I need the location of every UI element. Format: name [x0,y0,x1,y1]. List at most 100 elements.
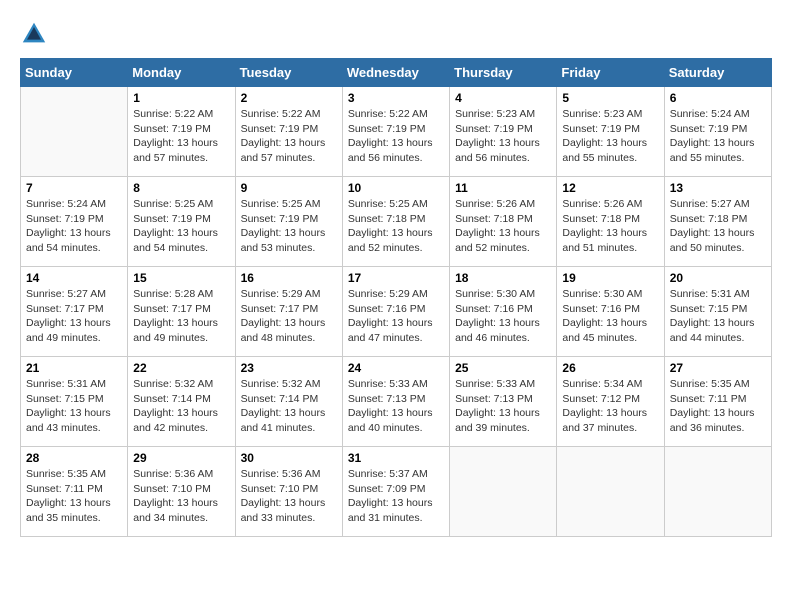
day-info: Sunrise: 5:35 AMSunset: 7:11 PMDaylight:… [670,377,766,436]
calendar-cell: 10 Sunrise: 5:25 AMSunset: 7:18 PMDayligh… [342,177,449,267]
calendar-cell: 28 Sunrise: 5:35 AMSunset: 7:11 PMDayligh… [21,447,128,537]
day-info: Sunrise: 5:25 AMSunset: 7:18 PMDaylight:… [348,197,444,256]
calendar-cell [450,447,557,537]
day-info: Sunrise: 5:37 AMSunset: 7:09 PMDaylight:… [348,467,444,526]
day-info: Sunrise: 5:32 AMSunset: 7:14 PMDaylight:… [241,377,337,436]
day-number: 10 [348,181,444,195]
calendar-cell: 27 Sunrise: 5:35 AMSunset: 7:11 PMDayligh… [664,357,771,447]
day-info: Sunrise: 5:31 AMSunset: 7:15 PMDaylight:… [670,287,766,346]
day-info: Sunrise: 5:26 AMSunset: 7:18 PMDaylight:… [562,197,658,256]
week-row-1: 1 Sunrise: 5:22 AMSunset: 7:19 PMDaylight… [21,87,772,177]
day-info: Sunrise: 5:33 AMSunset: 7:13 PMDaylight:… [348,377,444,436]
day-info: Sunrise: 5:24 AMSunset: 7:19 PMDaylight:… [26,197,122,256]
day-number: 5 [562,91,658,105]
column-header-monday: Monday [128,59,235,87]
day-info: Sunrise: 5:25 AMSunset: 7:19 PMDaylight:… [241,197,337,256]
day-number: 13 [670,181,766,195]
day-number: 15 [133,271,229,285]
calendar-cell: 18 Sunrise: 5:30 AMSunset: 7:16 PMDayligh… [450,267,557,357]
calendar-cell: 3 Sunrise: 5:22 AMSunset: 7:19 PMDaylight… [342,87,449,177]
day-number: 4 [455,91,551,105]
day-number: 23 [241,361,337,375]
calendar-cell: 29 Sunrise: 5:36 AMSunset: 7:10 PMDayligh… [128,447,235,537]
day-number: 1 [133,91,229,105]
day-info: Sunrise: 5:27 AMSunset: 7:18 PMDaylight:… [670,197,766,256]
day-number: 31 [348,451,444,465]
day-number: 2 [241,91,337,105]
calendar-cell: 13 Sunrise: 5:27 AMSunset: 7:18 PMDayligh… [664,177,771,267]
day-info: Sunrise: 5:36 AMSunset: 7:10 PMDaylight:… [241,467,337,526]
day-number: 14 [26,271,122,285]
day-number: 24 [348,361,444,375]
column-header-friday: Friday [557,59,664,87]
day-number: 27 [670,361,766,375]
calendar-header-row: SundayMondayTuesdayWednesdayThursdayFrid… [21,59,772,87]
column-header-thursday: Thursday [450,59,557,87]
week-row-4: 21 Sunrise: 5:31 AMSunset: 7:15 PMDayligh… [21,357,772,447]
calendar-cell: 24 Sunrise: 5:33 AMSunset: 7:13 PMDayligh… [342,357,449,447]
day-number: 20 [670,271,766,285]
day-number: 6 [670,91,766,105]
week-row-5: 28 Sunrise: 5:35 AMSunset: 7:11 PMDayligh… [21,447,772,537]
calendar-cell: 8Sunrise: 5:25 AMSunset: 7:19 PMDaylight… [128,177,235,267]
calendar-cell: 5Sunrise: 5:23 AMSunset: 7:19 PMDaylight… [557,87,664,177]
calendar-cell: 14 Sunrise: 5:27 AMSunset: 7:17 PMDayligh… [21,267,128,357]
calendar-cell: 25 Sunrise: 5:33 AMSunset: 7:13 PMDayligh… [450,357,557,447]
logo-icon [20,20,48,48]
day-number: 8 [133,181,229,195]
calendar-cell [21,87,128,177]
calendar-cell: 26 Sunrise: 5:34 AMSunset: 7:12 PMDayligh… [557,357,664,447]
day-info: Sunrise: 5:29 AMSunset: 7:16 PMDaylight:… [348,287,444,346]
day-info: Sunrise: 5:22 AMSunset: 7:19 PMDaylight:… [348,107,444,166]
week-row-3: 14 Sunrise: 5:27 AMSunset: 7:17 PMDayligh… [21,267,772,357]
day-info: Sunrise: 5:34 AMSunset: 7:12 PMDaylight:… [562,377,658,436]
day-number: 18 [455,271,551,285]
day-number: 9 [241,181,337,195]
day-info: Sunrise: 5:32 AMSunset: 7:14 PMDaylight:… [133,377,229,436]
day-number: 21 [26,361,122,375]
day-info: Sunrise: 5:24 AMSunset: 7:19 PMDaylight:… [670,107,766,166]
logo [20,20,52,48]
day-number: 11 [455,181,551,195]
day-number: 22 [133,361,229,375]
day-info: Sunrise: 5:23 AMSunset: 7:19 PMDaylight:… [455,107,551,166]
calendar-cell: 4 Sunrise: 5:23 AMSunset: 7:19 PMDaylight… [450,87,557,177]
calendar-cell: 22 Sunrise: 5:32 AMSunset: 7:14 PMDayligh… [128,357,235,447]
calendar-cell: 1Sunrise: 5:22 AMSunset: 7:19 PMDaylight… [128,87,235,177]
day-info: Sunrise: 5:35 AMSunset: 7:11 PMDaylight:… [26,467,122,526]
column-header-tuesday: Tuesday [235,59,342,87]
day-number: 29 [133,451,229,465]
day-info: Sunrise: 5:22 AMSunset: 7:19 PMDaylight:… [241,107,337,166]
calendar-cell: 16Sunrise: 5:29 AMSunset: 7:17 PMDayligh… [235,267,342,357]
calendar-cell: 15 Sunrise: 5:28 AMSunset: 7:17 PMDayligh… [128,267,235,357]
day-info: Sunrise: 5:31 AMSunset: 7:15 PMDaylight:… [26,377,122,436]
day-number: 30 [241,451,337,465]
day-info: Sunrise: 5:30 AMSunset: 7:16 PMDaylight:… [562,287,658,346]
calendar-cell: 7Sunrise: 5:24 AMSunset: 7:19 PMDaylight… [21,177,128,267]
column-header-wednesday: Wednesday [342,59,449,87]
day-info: Sunrise: 5:28 AMSunset: 7:17 PMDaylight:… [133,287,229,346]
calendar-cell: 23 Sunrise: 5:32 AMSunset: 7:14 PMDayligh… [235,357,342,447]
day-number: 12 [562,181,658,195]
calendar-cell: 11Sunrise: 5:26 AMSunset: 7:18 PMDayligh… [450,177,557,267]
calendar-cell: 6 Sunrise: 5:24 AMSunset: 7:19 PMDaylight… [664,87,771,177]
day-info: Sunrise: 5:27 AMSunset: 7:17 PMDaylight:… [26,287,122,346]
day-number: 26 [562,361,658,375]
page-header [20,20,772,48]
column-header-sunday: Sunday [21,59,128,87]
day-number: 3 [348,91,444,105]
day-info: Sunrise: 5:33 AMSunset: 7:13 PMDaylight:… [455,377,551,436]
calendar-cell [557,447,664,537]
day-number: 25 [455,361,551,375]
day-info: Sunrise: 5:30 AMSunset: 7:16 PMDaylight:… [455,287,551,346]
day-number: 17 [348,271,444,285]
day-number: 28 [26,451,122,465]
calendar-cell [664,447,771,537]
day-number: 16 [241,271,337,285]
calendar-cell: 19Sunrise: 5:30 AMSunset: 7:16 PMDayligh… [557,267,664,357]
calendar-cell: 9 Sunrise: 5:25 AMSunset: 7:19 PMDaylight… [235,177,342,267]
day-info: Sunrise: 5:36 AMSunset: 7:10 PMDaylight:… [133,467,229,526]
calendar-cell: 30 Sunrise: 5:36 AMSunset: 7:10 PMDayligh… [235,447,342,537]
column-header-saturday: Saturday [664,59,771,87]
calendar-cell: 21 Sunrise: 5:31 AMSunset: 7:15 PMDayligh… [21,357,128,447]
